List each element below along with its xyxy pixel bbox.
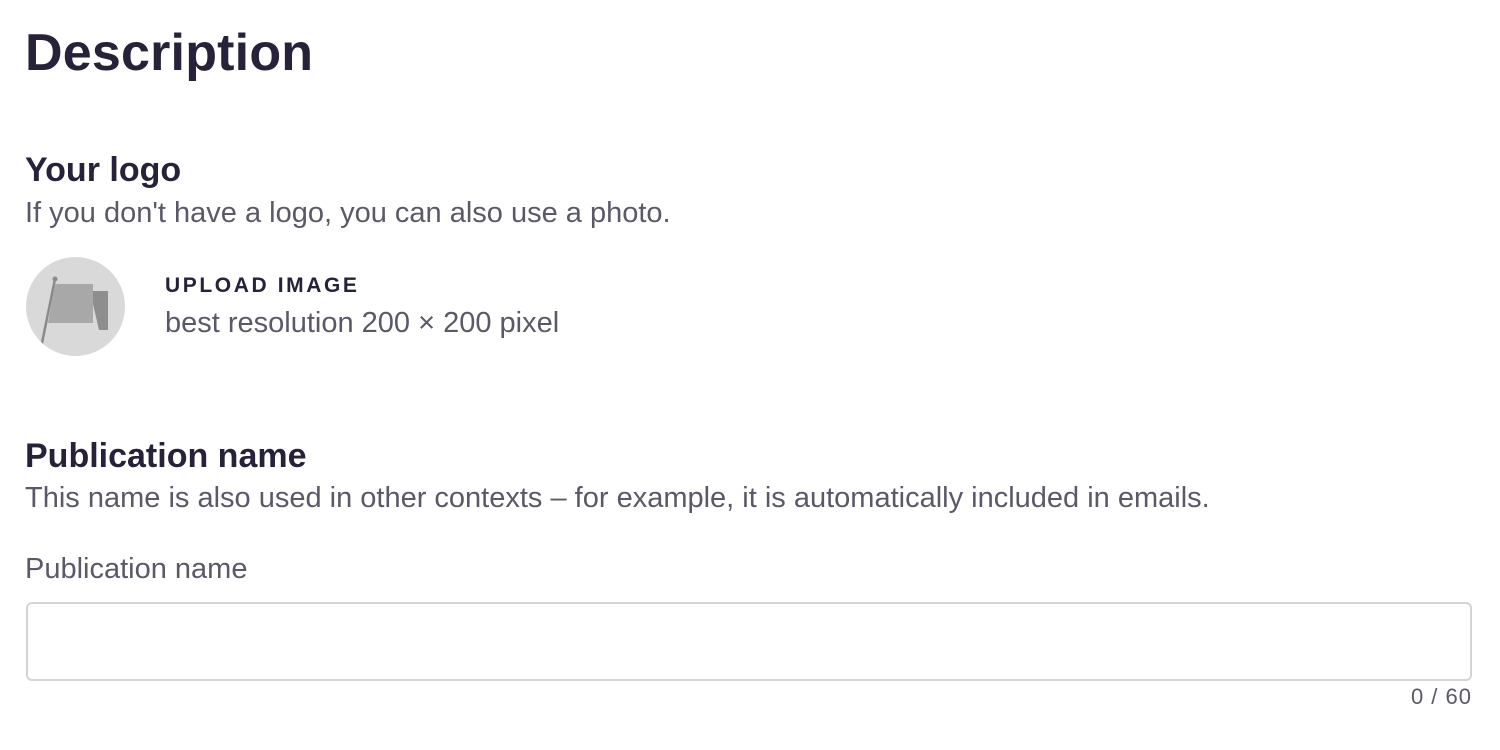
upload-image-button[interactable]: UPLOAD IMAGE	[165, 273, 360, 299]
logo-section-description: If you don't have a logo, you can also u…	[25, 197, 671, 229]
logo-section-title: Your logo	[25, 151, 182, 189]
publication-name-label: Publication name	[25, 553, 248, 585]
publication-section-description: This name is also used in other contexts…	[25, 482, 1210, 514]
publication-section-title: Publication name	[25, 437, 307, 475]
page-title: Description	[25, 24, 314, 82]
character-counter: 0 / 60	[1410, 684, 1472, 709]
publication-name-input[interactable]	[26, 602, 1472, 681]
logo-avatar[interactable]	[26, 257, 125, 356]
upload-hint: best resolution 200 × 200 pixel	[165, 307, 560, 339]
flag-icon	[40, 276, 108, 345]
